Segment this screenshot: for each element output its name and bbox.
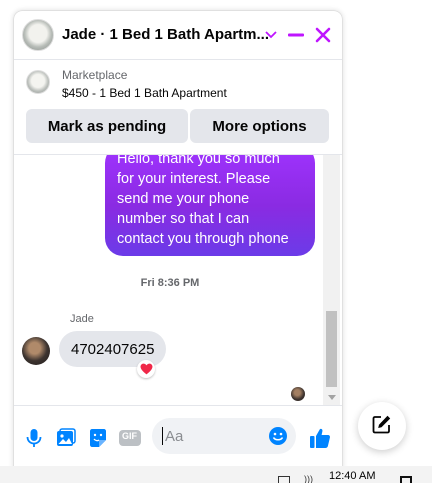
display-icon[interactable] [278,476,290,483]
scrollbar-thumb[interactable] [326,311,337,387]
compose-icon [372,414,392,439]
photo-icon[interactable] [54,426,78,450]
text-caret [162,427,163,445]
chevron-down-icon[interactable] [259,23,283,47]
close-icon[interactable] [311,23,335,47]
thumbs-up-icon[interactable] [308,426,332,450]
notification-icon[interactable] [400,476,412,483]
new-message-button[interactable] [358,402,406,450]
chat-window: Jade · 1 Bed 1 Bath Apartm... Marketplac… [14,11,342,471]
message-line: number so that I can [117,211,250,227]
sticker-icon[interactable] [86,426,110,450]
more-options-button[interactable]: More options [190,109,329,143]
chat-title[interactable]: Jade · 1 Bed 1 Bath Apartm... [62,26,269,43]
gif-label: GIF [122,431,137,441]
message-timestamp: Fri 8:36 PM [140,277,200,289]
listing-title[interactable]: $450 - 1 Bed 1 Bath Apartment [62,86,227,100]
composer: GIF Aa [14,405,342,471]
message-line: contact you through phone [117,231,289,247]
sender-name: Jade [70,313,94,325]
marketplace-banner: Marketplace $450 - 1 Bed 1 Bath Apartmen… [14,60,342,156]
taskbar: ))) 12:40 AM [0,466,432,483]
taskbar-clock[interactable]: 12:40 AM [329,470,375,482]
message-input[interactable]: Aa [152,418,296,454]
mark-as-pending-button[interactable]: Mark as pending [26,109,188,143]
message-line: send me your phone [117,191,250,207]
volume-icon[interactable]: ))) [304,474,313,483]
minimize-icon[interactable] [284,23,308,47]
message-placeholder: Aa [165,428,184,445]
scroll-down-arrow-icon[interactable] [326,392,337,402]
listing-thumbnail[interactable] [26,70,50,94]
message-list[interactable]: Hello, thank you so much for your intere… [14,155,342,405]
heart-reaction-icon[interactable] [137,360,155,378]
gif-icon[interactable]: GIF [118,426,142,450]
outgoing-message[interactable]: Hello, thank you so much for your intere… [105,155,315,256]
message-line: Hello, thank you so much [117,155,280,167]
marketplace-label: Marketplace [62,68,128,82]
message-line: for your interest. Please [117,171,271,187]
sender-avatar[interactable] [22,337,50,365]
microphone-icon[interactable] [22,426,46,450]
seen-avatar [291,387,305,401]
emoji-icon[interactable] [268,426,288,446]
chat-header[interactable]: Jade · 1 Bed 1 Bath Apartm... [14,11,342,59]
listing-avatar[interactable] [22,19,54,51]
